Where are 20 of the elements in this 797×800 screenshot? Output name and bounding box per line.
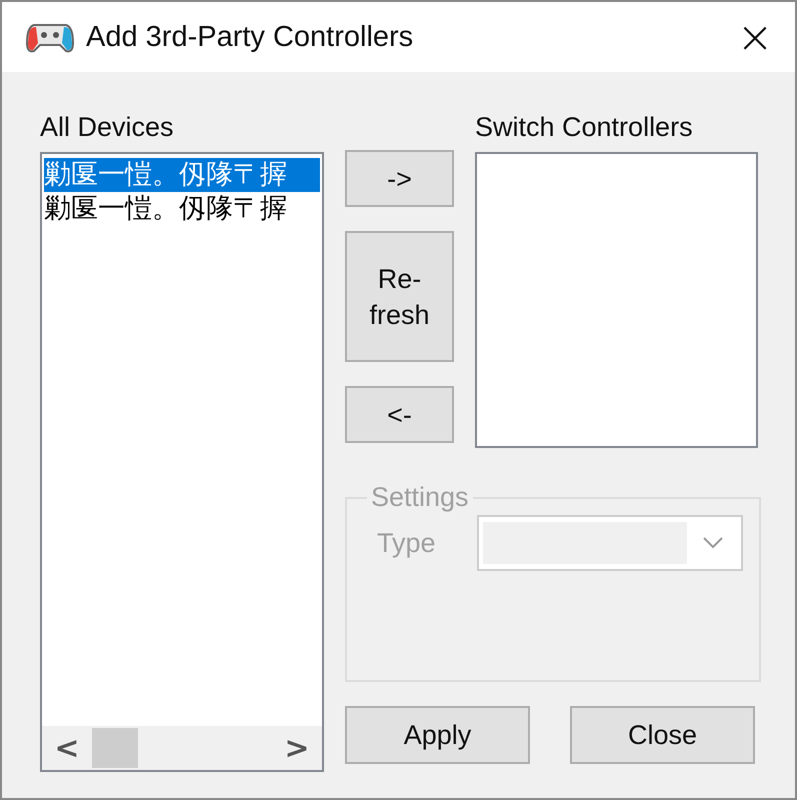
close-button[interactable]: × xyxy=(715,2,795,72)
scroll-left-button[interactable]: < xyxy=(42,730,92,766)
chevron-down-icon xyxy=(703,537,723,549)
list-label: All Devices xyxy=(40,111,175,144)
group-title: Settings xyxy=(370,482,470,513)
close-dialog-button[interactable]: Close xyxy=(570,706,755,764)
controller-list[interactable] xyxy=(475,152,758,448)
window-title: Add 3rd-Party Controllers xyxy=(86,20,414,54)
device-item[interactable]: 勦匽一愷。仭䧘〒搱 xyxy=(44,158,320,192)
device-list[interactable]: 勦匽一愷。仭䧘〒搱 勦匽一愷。仭䧘〒搱 < > xyxy=(40,152,324,772)
horizontal-scrollbar[interactable]: < > xyxy=(42,726,322,770)
apply-button[interactable]: Apply xyxy=(345,706,530,764)
refresh-button[interactable]: Re- fresh xyxy=(345,231,454,362)
add-button[interactable]: -> xyxy=(345,150,454,207)
remove-button[interactable]: <- xyxy=(345,386,454,443)
device-item[interactable]: 勦匽一愷。仭䧘〒搱 xyxy=(44,192,320,226)
list-label: Switch Controllers xyxy=(475,111,694,144)
scroll-right-button[interactable]: > xyxy=(272,730,322,766)
type-label: Type xyxy=(377,528,437,558)
scroll-thumb[interactable] xyxy=(92,728,138,768)
